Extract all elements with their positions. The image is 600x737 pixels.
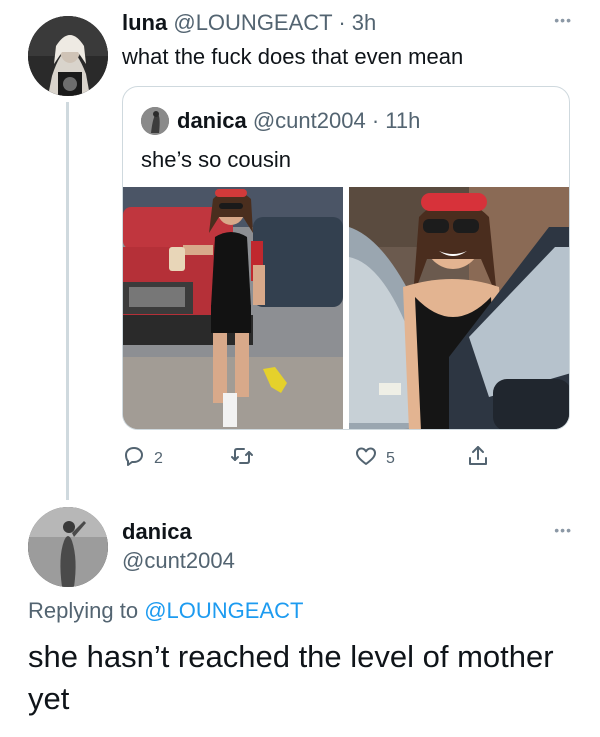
separator-dot: · xyxy=(338,10,346,35)
like-count: 5 xyxy=(386,449,395,467)
original-display-name[interactable]: luna xyxy=(122,10,167,35)
quoted-photo-2[interactable] xyxy=(349,187,569,429)
thread-line xyxy=(66,102,69,500)
quoted-tweet-text: she’s so cousin xyxy=(141,147,292,172)
reply-tweet-text: she hasn’t reached the level of mother y… xyxy=(28,639,554,716)
retweet-button[interactable] xyxy=(230,444,262,473)
share-button[interactable] xyxy=(466,444,490,473)
quoted-photo-1[interactable] xyxy=(123,187,343,429)
like-icon xyxy=(354,444,378,473)
luna-avatar[interactable] xyxy=(28,16,108,96)
original-tweet[interactable]: luna @LOUNGEACT · 3h ••• what the fuck d… xyxy=(0,0,600,500)
replying-to: Replying to @LOUNGEACT xyxy=(28,596,303,626)
more-horizontal-icon[interactable]: ••• xyxy=(554,522,572,538)
share-icon xyxy=(466,444,490,473)
reply-button[interactable]: 2 xyxy=(122,444,163,473)
quoted-display-name: danica xyxy=(177,108,247,133)
reply-display-name[interactable]: danica xyxy=(122,517,192,547)
danica-avatar[interactable] xyxy=(28,507,108,587)
quoted-handle: @cunt2004 xyxy=(252,108,366,133)
original-tweet-text: what the fuck does that even mean xyxy=(122,44,464,69)
reply-handle[interactable]: @cunt2004 xyxy=(122,546,235,576)
original-handle[interactable]: @LOUNGEACT xyxy=(173,10,332,35)
quoted-tweet-header: danica @cunt2004 · 11h xyxy=(177,106,420,136)
quoted-tweet[interactable]: danica @cunt2004 · 11h she’s so cousin xyxy=(122,86,570,430)
separator-dot: · xyxy=(371,108,380,133)
like-button[interactable]: 5 xyxy=(354,444,395,473)
more-horizontal-icon[interactable]: ••• xyxy=(554,12,572,28)
quoted-avatar[interactable] xyxy=(141,107,169,135)
original-tweet-header: luna @LOUNGEACT · 3h xyxy=(122,8,376,38)
reply-icon xyxy=(122,444,146,473)
tweet-actions: 2 5 xyxy=(122,444,492,474)
quoted-timestamp: 11h xyxy=(385,108,421,133)
reply-count: 2 xyxy=(154,449,163,467)
retweet-icon xyxy=(230,444,254,473)
replying-handle-link[interactable]: @LOUNGEACT xyxy=(144,598,303,623)
original-timestamp[interactable]: 3h xyxy=(352,10,376,35)
replying-label: Replying to xyxy=(28,598,139,623)
